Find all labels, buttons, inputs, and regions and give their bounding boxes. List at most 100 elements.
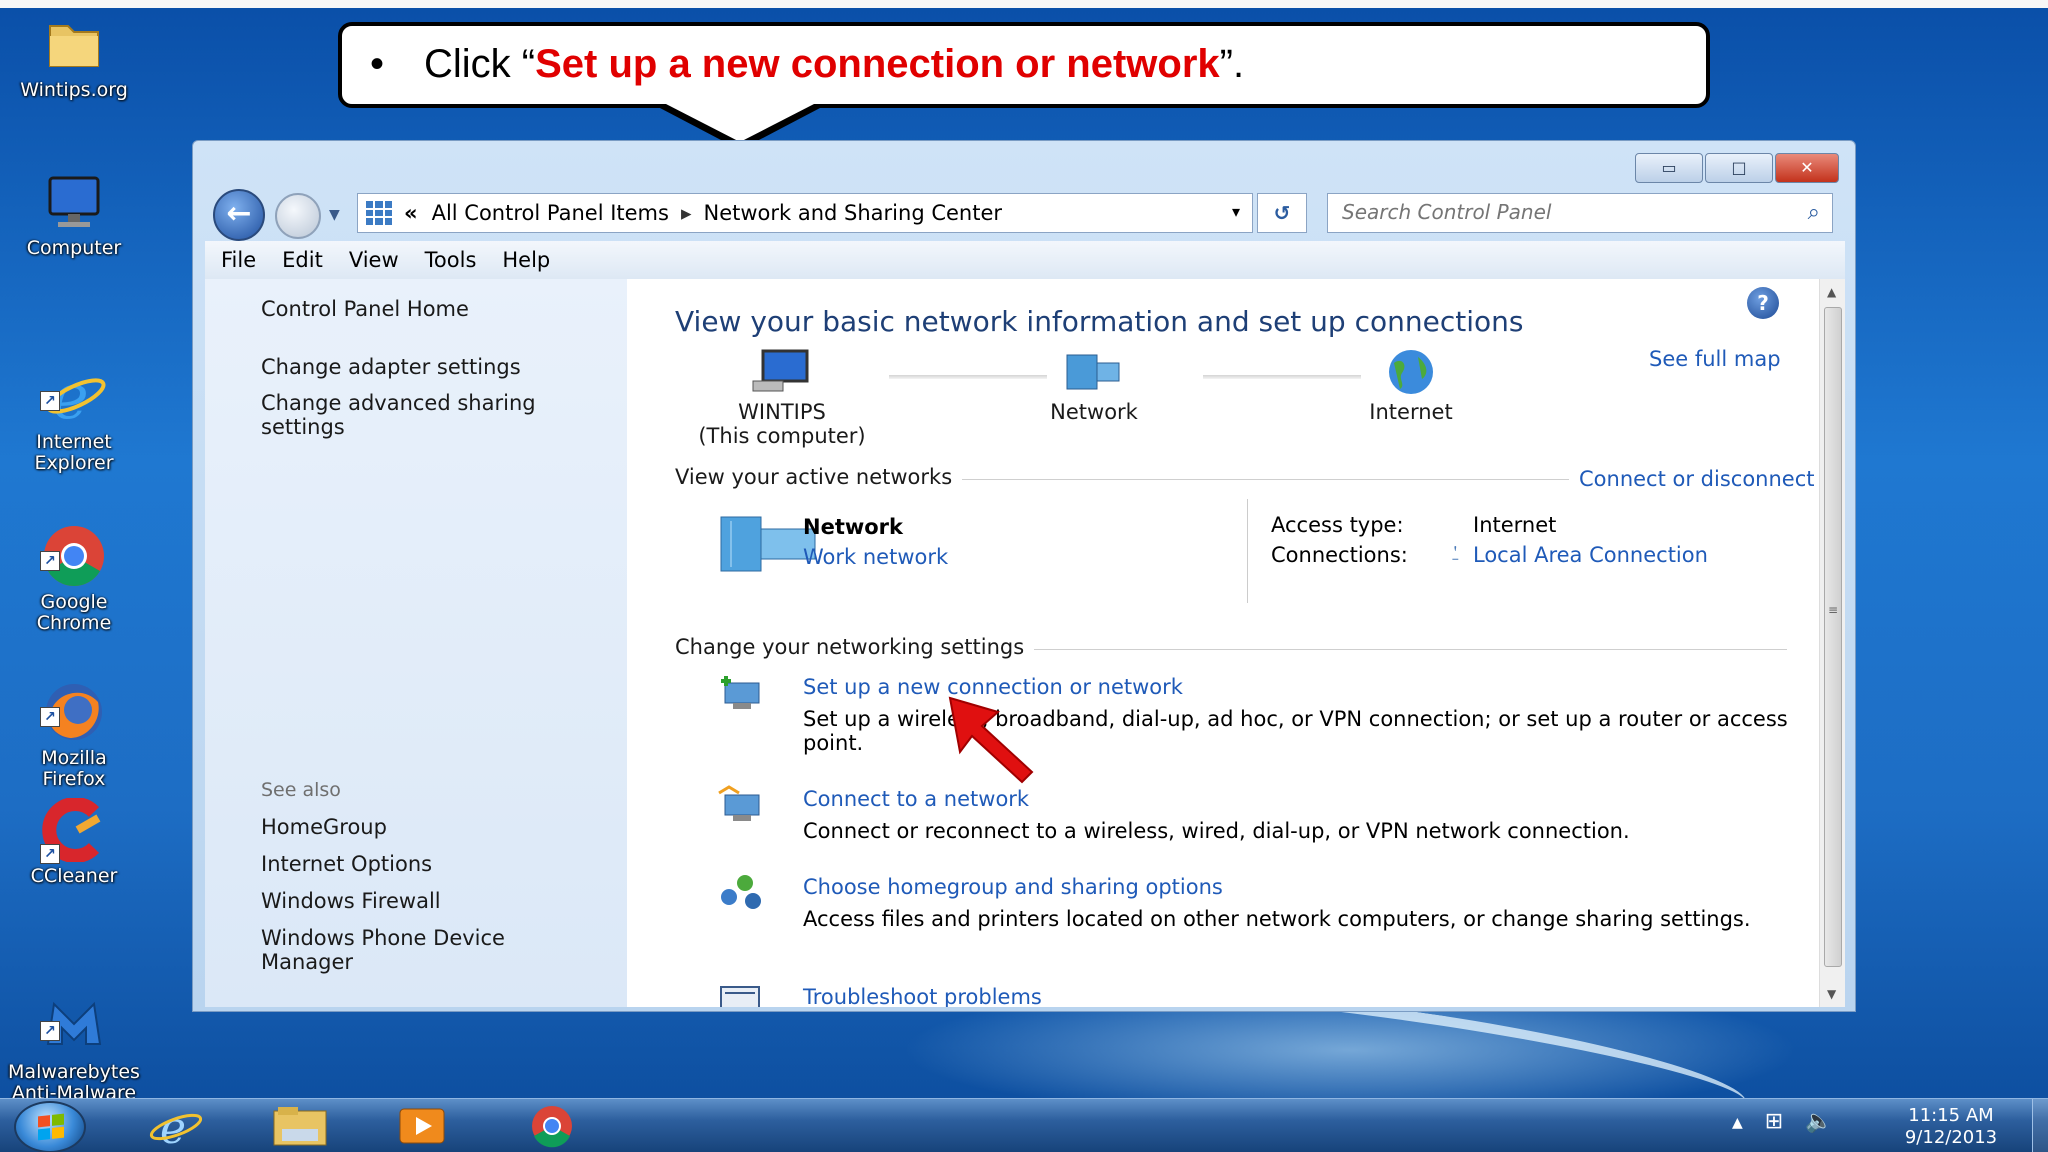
taskbar-chrome[interactable] — [512, 1103, 592, 1151]
network-status-icon[interactable]: ⊞ — [1765, 1109, 1783, 1134]
main-pane: ? View your basic network information an… — [627, 279, 1819, 1007]
connect-network-icon — [718, 785, 760, 821]
globe-icon — [1389, 350, 1433, 394]
show-desktop-button[interactable] — [2032, 1099, 2048, 1152]
firefox-icon: ↗ — [40, 661, 106, 740]
new-connection-icon — [721, 676, 760, 709]
taskbar-media-player[interactable] — [382, 1103, 462, 1151]
media-player-icon — [399, 1108, 445, 1144]
breadcrumb-overflow[interactable]: « — [404, 201, 418, 225]
scroll-down-arrow-icon[interactable]: ▼ — [1827, 987, 1836, 1001]
menu-tools[interactable]: Tools — [425, 248, 477, 272]
network-adapter-icon: ⍘ — [1449, 541, 1462, 565]
desktop-icon-internet-explorer[interactable]: e ↗ Internet Explorer — [4, 326, 144, 493]
windows-logo-icon — [38, 1113, 64, 1141]
forward-button[interactable] — [275, 193, 321, 239]
taskbar: e ▲ ⊞ 🔈 11:15 AM 9/12/2013 — [0, 1098, 2048, 1152]
recent-pages-dropdown-icon[interactable]: ▼ — [329, 207, 340, 223]
menu-edit[interactable]: Edit — [282, 248, 323, 272]
start-button[interactable] — [14, 1101, 86, 1152]
page-title: View your basic network information and … — [675, 305, 1524, 338]
shortcut-arrow-icon: ↗ — [40, 844, 60, 864]
vertical-scrollbar[interactable]: ▲ ≡ ▼ — [1819, 279, 1845, 1007]
local-area-connection-link[interactable]: Local Area Connection — [1473, 543, 1708, 567]
minimize-button[interactable]: ▭ — [1635, 153, 1703, 183]
close-button[interactable]: ✕ — [1775, 153, 1839, 183]
taskbar-internet-explorer[interactable]: e — [136, 1103, 216, 1152]
desktop-icon-ccleaner[interactable]: ↗ CCleaner — [4, 797, 144, 887]
network-icon — [1066, 354, 1120, 390]
breadcrumb-all-control-panel-items[interactable]: All Control Panel Items — [432, 201, 669, 225]
active-network-type-link[interactable]: Work network — [803, 545, 948, 569]
troubleshoot-problems-link[interactable]: Troubleshoot problems — [803, 985, 1042, 1007]
internet-options-link[interactable]: Internet Options — [261, 852, 601, 876]
shortcut-arrow-icon: ↗ — [40, 551, 60, 571]
computer-icon — [42, 170, 106, 234]
see-full-map-link[interactable]: See full map — [1649, 347, 1781, 371]
windows-firewall-link[interactable]: Windows Firewall — [261, 889, 601, 913]
scrollbar-thumb[interactable] — [1824, 307, 1842, 967]
active-networks-heading: View your active networks — [675, 465, 963, 489]
change-adapter-settings-link[interactable]: Change adapter settings — [261, 355, 601, 379]
back-arrow-icon: ← — [226, 196, 252, 231]
window-controls: ▭ □ ✕ — [1635, 153, 1839, 183]
address-bar[interactable]: « All Control Panel Items ▸ Network and … — [357, 193, 1253, 233]
map-computer-subtitle: (This computer) — [698, 424, 866, 448]
desktop-icon-label: CCleaner — [30, 865, 118, 887]
breadcrumb-separator-icon[interactable]: ▸ — [681, 201, 692, 225]
search-icon[interactable]: ⌕ — [1808, 200, 1820, 225]
callout-suffix: ”. — [1219, 42, 1245, 86]
show-hidden-icons-icon[interactable]: ▲ — [1732, 1115, 1743, 1134]
malwarebytes-icon: ↗ — [40, 975, 106, 1045]
shortcut-arrow-icon: ↗ — [40, 707, 60, 727]
back-button[interactable]: ← — [213, 189, 265, 241]
map-node-internet: Internet — [1331, 349, 1491, 424]
desktop-icon-computer[interactable]: Computer — [4, 170, 144, 259]
maximize-button[interactable]: □ — [1705, 153, 1773, 183]
windows-phone-device-manager-link[interactable]: Windows Phone Device Manager — [261, 926, 601, 974]
desktop-icon-wintips[interactable]: Wintips.org — [4, 12, 144, 101]
search-input[interactable] — [1342, 194, 1782, 230]
homegroup-link[interactable]: HomeGroup — [261, 815, 601, 839]
taskbar-windows-explorer[interactable] — [260, 1103, 340, 1151]
control-panel-home-link[interactable]: Control Panel Home — [261, 297, 601, 321]
access-type-value: Internet — [1473, 513, 1557, 537]
clock-time: 11:15 AM — [1908, 1105, 1994, 1126]
menu-help[interactable]: Help — [502, 248, 550, 272]
internet-explorer-icon: e ↗ — [40, 345, 106, 433]
desktop-icon-firefox[interactable]: ↗ Mozilla Firefox — [4, 642, 144, 809]
see-also-heading: See also — [261, 779, 341, 801]
desktop-icon-label: Computer — [26, 237, 122, 259]
homegroup-sharing-options-link[interactable]: Choose homegroup and sharing options — [803, 875, 1223, 899]
map-node-network: Network — [1019, 349, 1169, 424]
scrollbar-grip-icon: ≡ — [1828, 603, 1839, 617]
network-building-icon — [720, 516, 816, 572]
volume-icon[interactable]: 🔈 — [1805, 1109, 1832, 1134]
breadcrumb-network-sharing-center[interactable]: Network and Sharing Center — [704, 201, 1003, 225]
menu-file[interactable]: File — [221, 248, 256, 272]
desktop-icon-label: Internet Explorer — [34, 431, 114, 474]
connect-disconnect-link[interactable]: Connect or disconnect — [1569, 467, 1815, 491]
desktop-icon-chrome[interactable]: ↗ Google Chrome — [4, 486, 144, 653]
folder-icon — [42, 12, 106, 76]
menu-view[interactable]: View — [349, 248, 399, 272]
chrome-icon: ↗ — [40, 505, 106, 587]
network-sharing-center-window: ▭ □ ✕ ← ▼ « All Control Panel Items ▸ Ne… — [192, 140, 1856, 1012]
homegroup-icon — [721, 875, 761, 909]
address-dropdown-icon[interactable]: ▾ — [1232, 202, 1240, 221]
ccleaner-icon: ↗ — [40, 797, 106, 864]
vertical-divider — [1247, 499, 1248, 603]
refresh-button[interactable]: ↺ — [1257, 193, 1307, 233]
access-type-label: Access type: — [1271, 513, 1404, 537]
change-advanced-sharing-link[interactable]: Change advanced sharing settings — [261, 391, 601, 439]
chrome-icon — [532, 1106, 572, 1148]
shortcut-arrow-icon: ↗ — [40, 1021, 60, 1041]
map-internet-name: Internet — [1369, 400, 1453, 424]
callout-highlight: Set up a new connection or network — [535, 42, 1220, 86]
scroll-up-arrow-icon[interactable]: ▲ — [1827, 285, 1836, 299]
red-pointer-arrow-icon — [948, 696, 1034, 784]
clock[interactable]: 11:15 AM 9/12/2013 — [1876, 1105, 2026, 1149]
search-box: ⌕ — [1327, 193, 1833, 233]
top-edge — [0, 0, 2048, 8]
help-icon[interactable]: ? — [1747, 287, 1779, 319]
